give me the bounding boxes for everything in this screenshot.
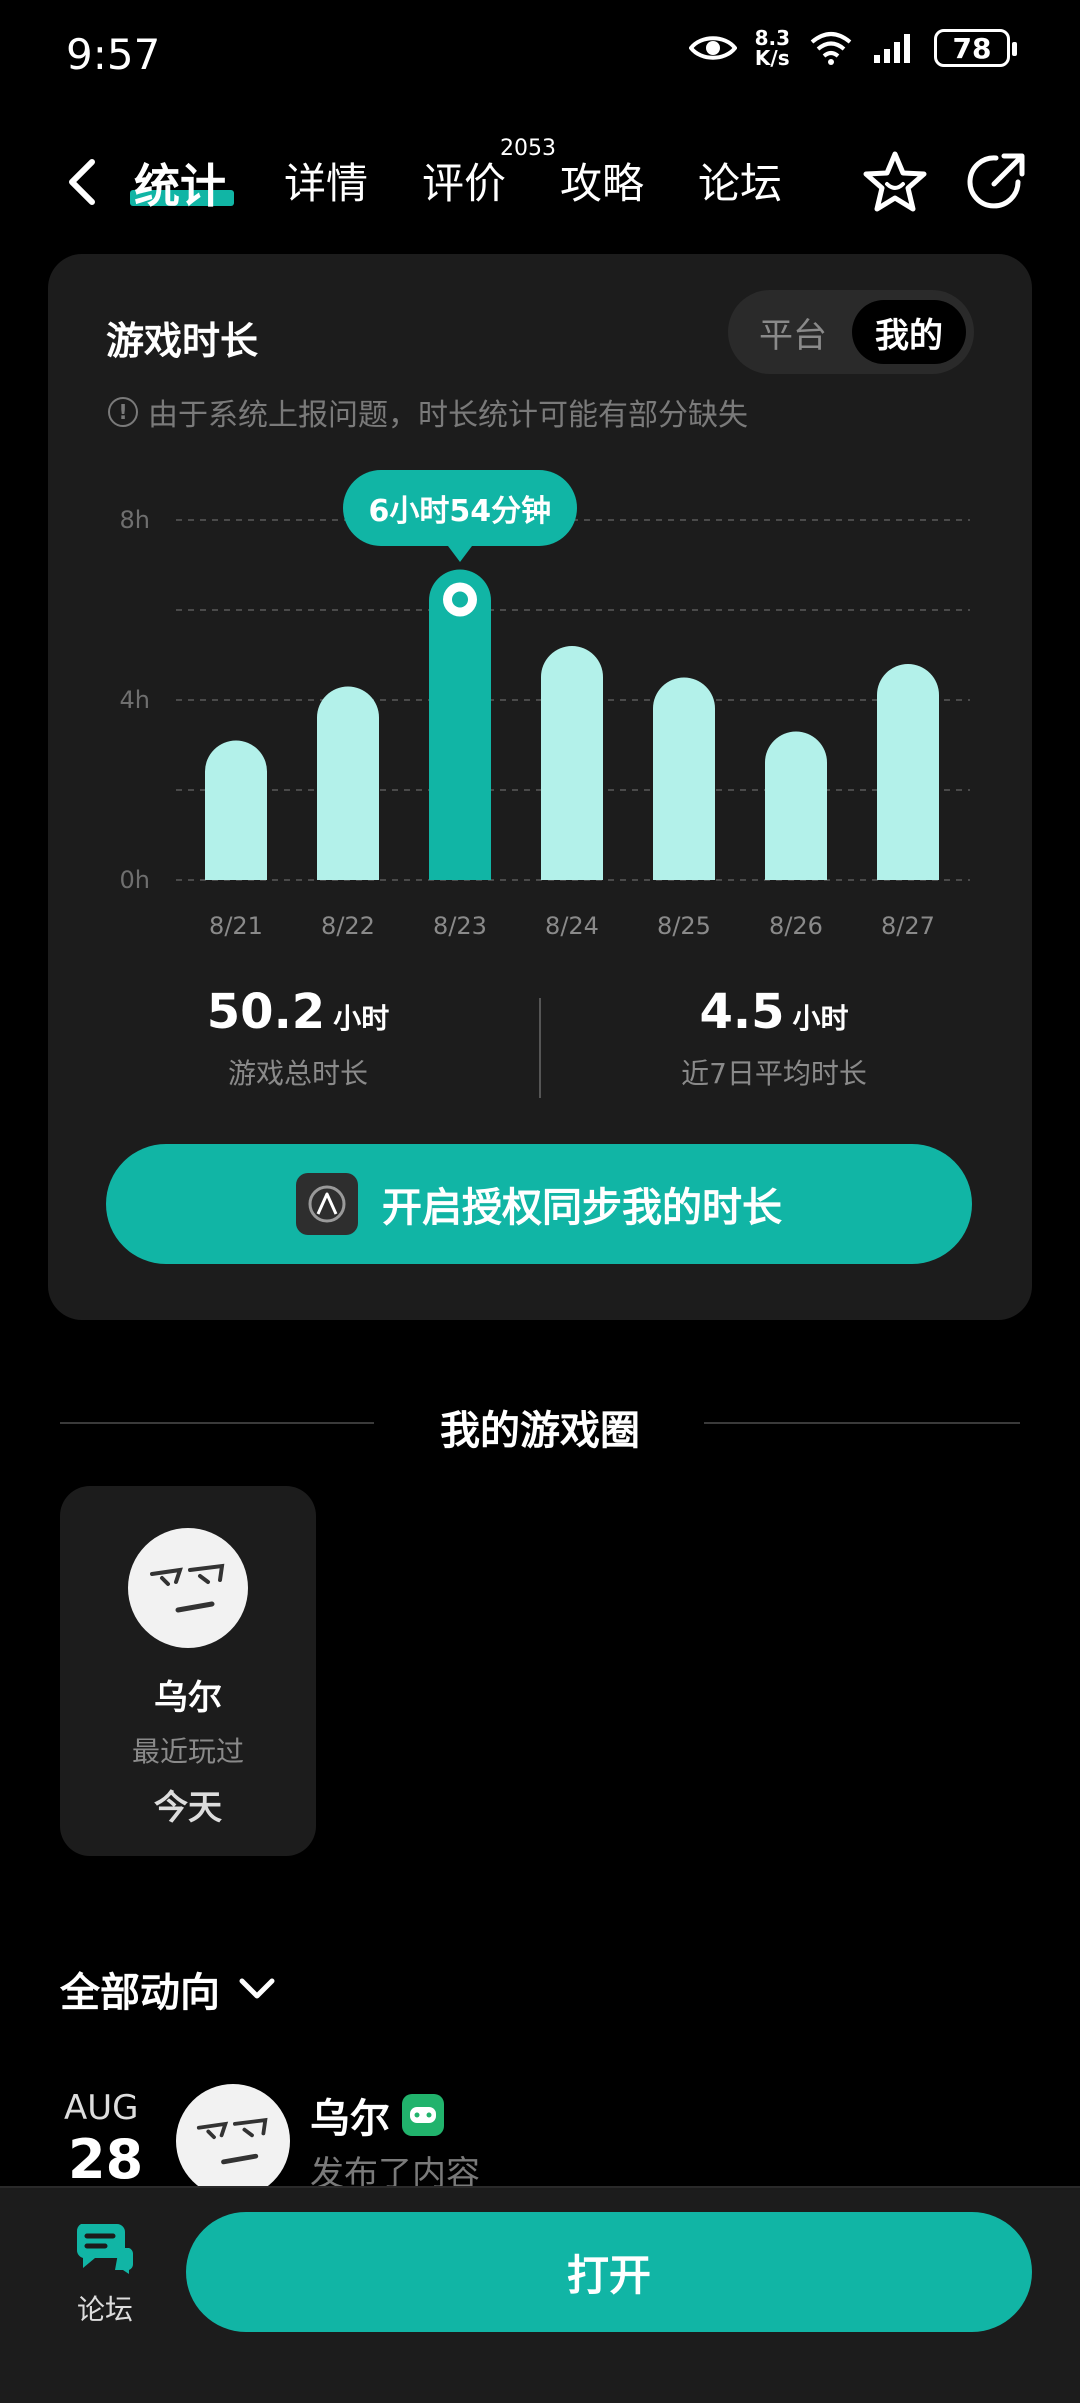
wifi-icon	[810, 32, 852, 65]
avg-label: 近7日平均时长	[681, 1057, 867, 1090]
x-tick-label: 8/24	[545, 912, 599, 940]
bottom-bar: 论坛 打开	[0, 2186, 1080, 2403]
chart-bar[interactable]	[765, 731, 827, 881]
chart-tooltip: 6小时54分钟	[342, 469, 578, 562]
recently-played-date: 今天	[154, 1788, 222, 1828]
forum-chat-icon	[76, 2224, 134, 2274]
x-tick-label: 8/22	[321, 912, 375, 940]
chart-bar[interactable]	[877, 664, 939, 880]
recently-played-label: 最近玩过	[131, 1735, 244, 1768]
tab-stats[interactable]: 统计	[134, 150, 226, 216]
x-tick-label: 8/26	[769, 912, 823, 940]
reviews-count-badge: 2053	[500, 136, 556, 161]
star-icon	[863, 151, 927, 212]
signal-icon	[874, 34, 910, 63]
chart-bar[interactable]	[541, 646, 603, 880]
activity-filter-dropdown[interactable]: 全部动向	[60, 1960, 276, 2018]
share-icon	[967, 153, 1025, 209]
top-nav: 统计 详情 评价 2053 攻略 论坛	[0, 136, 1080, 230]
tab-forum[interactable]: 论坛	[698, 150, 782, 211]
x-tick-label: 8/21	[209, 912, 263, 940]
feed-user-name[interactable]: 乌尔	[310, 2086, 444, 2144]
feed-day: 28	[68, 2128, 144, 2191]
share-button[interactable]	[960, 148, 1030, 222]
section-divider-right	[704, 1422, 1020, 1424]
status-bar: 9:57 8.3 K/s 78	[0, 0, 1080, 110]
gamer-badge-icon	[402, 2094, 444, 2136]
forum-label: 论坛	[76, 2293, 133, 2326]
eye-icon	[688, 36, 737, 60]
avatar	[128, 1528, 248, 1648]
tab-details[interactable]: 详情	[284, 150, 368, 211]
status-icons: 8.3 K/s 78	[688, 26, 1017, 70]
chart-bar[interactable]	[317, 686, 379, 881]
open-game-button[interactable]: 打开	[186, 2212, 1032, 2332]
x-tick-label: 8/27	[881, 912, 935, 940]
tab-reviews[interactable]: 评价 2053	[422, 136, 556, 211]
back-button[interactable]	[56, 152, 106, 212]
tab-guides[interactable]: 攻略	[560, 150, 644, 211]
feed-avatar[interactable]	[176, 2084, 290, 2198]
y-tick-label: 4h	[120, 686, 150, 714]
total-value: 50.2	[206, 984, 326, 1040]
status-time: 9:57	[66, 30, 161, 79]
average-playtime: 4.5 小时 近7日平均时长	[564, 984, 984, 1092]
stat-divider	[539, 998, 541, 1098]
net-speed: 8.3 K/s	[754, 26, 790, 70]
avg-value: 4.5	[699, 984, 785, 1040]
y-tick-label: 0h	[120, 866, 150, 894]
back-arrow-icon	[69, 159, 95, 205]
chart-bar[interactable]	[653, 677, 715, 881]
total-label: 游戏总时长	[227, 1057, 368, 1090]
chart-bar[interactable]	[205, 740, 267, 881]
x-tick-label: 8/23	[433, 912, 487, 940]
favorite-button[interactable]	[860, 148, 930, 222]
app-logo-icon	[296, 1173, 358, 1235]
circle-user-name: 乌尔	[154, 1678, 222, 1718]
battery-indicator: 78	[934, 29, 1017, 67]
playtime-chart: 0h 4h 8h 8/21 8/22 8/23 8/24 8/25 8/26 8/27	[120, 506, 970, 940]
chevron-down-icon	[239, 1978, 275, 1999]
total-unit: 小时	[333, 1002, 390, 1035]
y-tick-label: 8h	[120, 506, 150, 534]
bottom-forum-tab[interactable]: 论坛	[60, 2218, 150, 2328]
game-circle-title: 我的游戏圈	[440, 1408, 640, 1454]
total-playtime: 50.2 小时 游戏总时长	[88, 984, 508, 1092]
highlight-marker-center	[452, 591, 468, 608]
game-circle-card[interactable]: 乌尔 最近玩过 今天	[60, 1486, 316, 1856]
sync-playtime-button[interactable]: 开启授权同步我的时长	[106, 1144, 972, 1264]
playtime-card: 游戏时长 平台 我的 ! 由于系统上报问题，时长统计可能有部分缺失 0h 4h 8h…	[48, 254, 1032, 1320]
x-tick-label: 8/25	[657, 912, 711, 940]
avg-unit: 小时	[792, 1002, 849, 1035]
feed-month: AUG	[64, 2088, 139, 2128]
